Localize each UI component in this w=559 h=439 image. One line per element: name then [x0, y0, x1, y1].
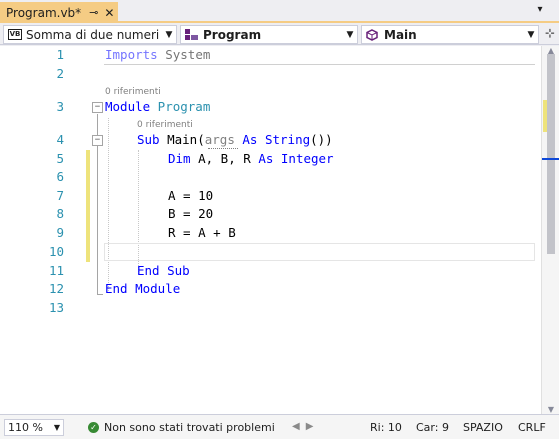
paren: ( — [197, 132, 205, 147]
collapse-sub-icon[interactable]: − — [92, 135, 103, 146]
code-editor[interactable]: 1 2 3 4 5 6 7 8 9 10 11 12 13 − − Import… — [0, 46, 541, 414]
line-number: 4 — [56, 132, 64, 147]
check-circle-icon: ✓ — [88, 422, 99, 433]
line-number: 6 — [56, 169, 64, 184]
class-dropdown-label: Program — [203, 27, 262, 42]
code-line-4: Sub Main(args As String()) — [137, 132, 333, 147]
line-number: 12 — [48, 281, 64, 296]
vertical-scrollbar[interactable]: ▲ ▼ — [541, 46, 559, 414]
keyword: Module — [105, 99, 151, 114]
line-number-gutter: 1 2 3 4 5 6 7 8 9 10 11 12 13 — [0, 46, 64, 414]
code-line-1: Imports System — [105, 47, 210, 62]
current-line-highlight — [104, 243, 535, 261]
codelens-references[interactable]: 0 riferimenti — [105, 87, 161, 97]
line-number: 11 — [48, 263, 64, 278]
project-dropdown-label: Somma di due numeri — [26, 27, 160, 42]
project-dropdown[interactable]: VB Somma di due numeri ▼ — [3, 25, 177, 44]
line-ending[interactable]: CRLF — [518, 421, 546, 434]
zoom-level: 110 % — [8, 421, 43, 434]
outline-end — [97, 294, 103, 295]
line-number: 1 — [56, 47, 64, 62]
chevron-down-icon: ▼ — [165, 29, 173, 40]
line-number: 3 — [56, 99, 64, 114]
line-number: 8 — [56, 206, 64, 221]
indent-mode[interactable]: SPAZIO — [463, 421, 503, 434]
tab-program-vb[interactable]: Program.vb* ⊸ ✕ — [0, 2, 118, 23]
tab-overflow-icon[interactable]: ▾ — [533, 4, 547, 18]
member-dropdown-label: Main — [384, 27, 417, 42]
issue-navigation[interactable]: ◀▶ — [292, 421, 319, 432]
code-line-7: A = 10 — [168, 188, 214, 203]
issues-text: Non sono stati trovati problemi — [104, 421, 275, 434]
class-icon — [185, 28, 199, 41]
collapse-module-icon[interactable]: − — [92, 102, 103, 113]
line-number: 2 — [56, 66, 64, 81]
vb-project-icon: VB — [8, 29, 22, 40]
member-dropdown[interactable]: Main ▼ — [361, 25, 539, 44]
code-line-9: R = A + B — [168, 225, 236, 240]
column-indicator[interactable]: Car: 9 — [416, 421, 449, 434]
module-name: Program — [150, 99, 211, 114]
change-map-marker — [543, 100, 547, 132]
paren: ()) — [310, 132, 333, 147]
editor-status-bar: 110 % ▼ ✓ Non sono stati trovati problem… — [0, 414, 559, 439]
close-icon[interactable]: ✕ — [104, 6, 114, 20]
codelens-references[interactable]: 0 riferimenti — [137, 120, 193, 130]
indent-guide — [108, 118, 109, 293]
keyword: Imports — [105, 47, 158, 62]
caret-position-marker — [542, 158, 559, 160]
code-line-8: B = 20 — [168, 206, 214, 221]
chevron-down-icon: ▼ — [346, 29, 354, 40]
code-line-5: Dim A, B, R As Integer — [168, 151, 334, 166]
unused-parameter-hint — [208, 147, 238, 149]
scroll-down-icon[interactable]: ▼ — [542, 405, 559, 414]
parameter: args — [204, 132, 235, 147]
issues-indicator[interactable]: ✓ Non sono stati trovati problemi — [88, 421, 275, 434]
document-tab-strip: Program.vb* ⊸ ✕ ▾ — [0, 0, 559, 23]
code-line-3: Module Program — [105, 99, 210, 114]
type: Integer — [273, 151, 334, 166]
pin-icon[interactable]: ⊸ — [89, 6, 98, 19]
method-cube-icon — [366, 28, 378, 41]
line-number: 5 — [56, 151, 64, 166]
class-dropdown[interactable]: Program ▼ — [180, 25, 358, 44]
chevron-down-icon: ▼ — [527, 29, 535, 40]
row-indicator[interactable]: Ri: 10 — [370, 421, 402, 434]
tab-title: Program.vb* — [6, 5, 82, 20]
zoom-dropdown[interactable]: 110 % ▼ — [4, 419, 64, 436]
method-name: Main — [159, 132, 198, 147]
split-window-icon[interactable]: ⊹ — [543, 26, 557, 43]
namespace: System — [157, 47, 211, 62]
code-line-11: End Sub — [137, 263, 190, 278]
line-number: 10 — [48, 244, 64, 259]
navigation-bar: VB Somma di due numeri ▼ Program ▼ Main … — [0, 23, 559, 45]
scrollbar-thumb[interactable] — [547, 54, 555, 254]
line-number: 13 — [48, 300, 64, 315]
keyword: Dim — [168, 151, 191, 166]
type: String — [257, 132, 311, 147]
keyword: As — [234, 132, 258, 147]
chevron-down-icon: ▼ — [53, 423, 61, 432]
variables: A, B, R — [190, 151, 259, 166]
keyword: As — [258, 151, 274, 166]
unsaved-change-marker — [86, 150, 90, 262]
line-number: 9 — [56, 225, 64, 240]
keyword: Sub — [137, 132, 160, 147]
code-line-12: End Module — [105, 281, 181, 296]
imports-separator — [104, 64, 535, 65]
line-number: 7 — [56, 188, 64, 203]
